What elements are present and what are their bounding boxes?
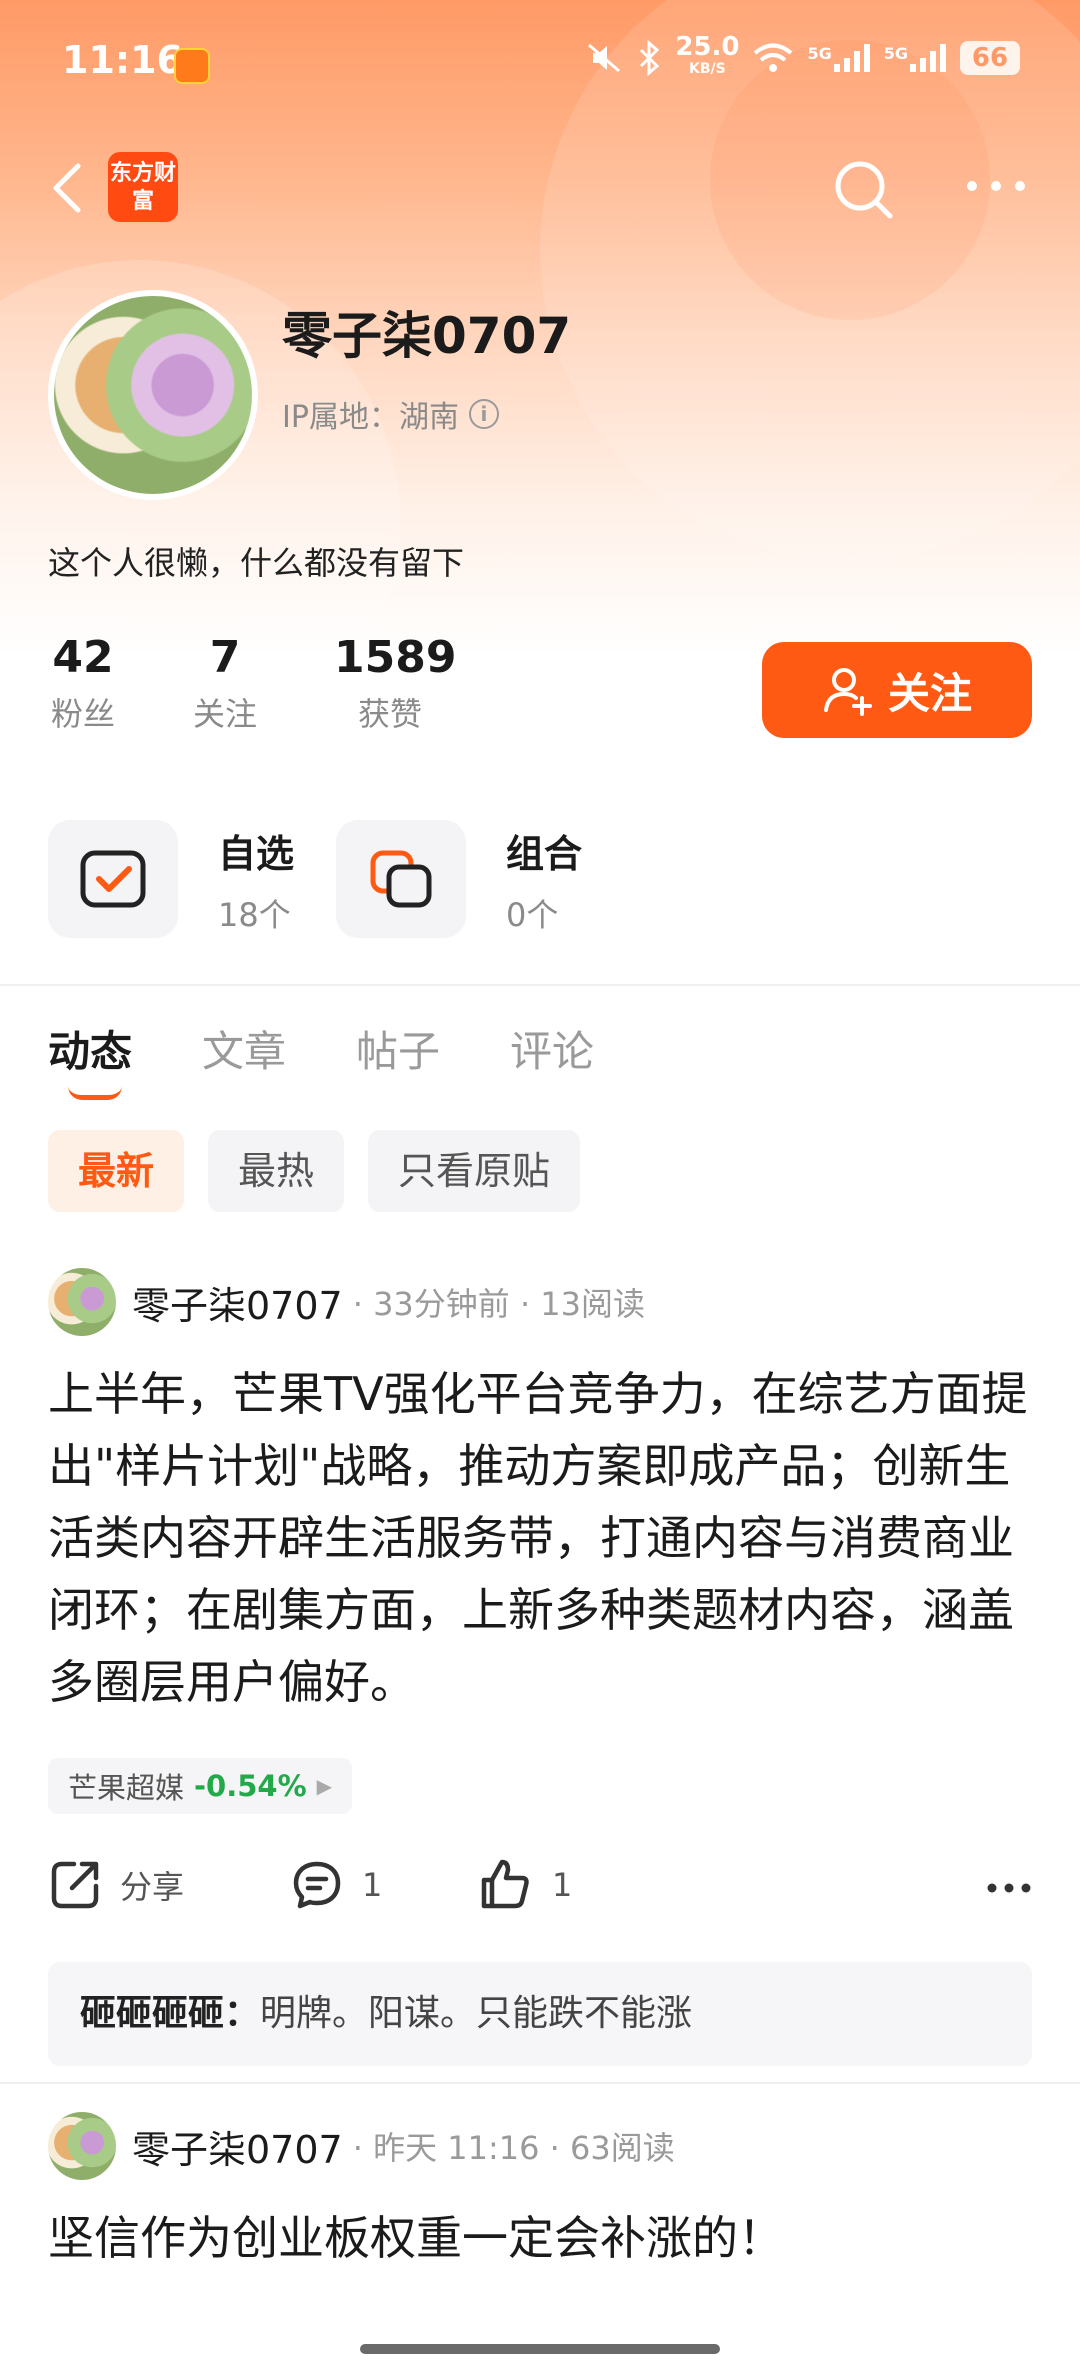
comment-author: 砸砸砸砸：: [80, 1993, 261, 2034]
filter-original-only[interactable]: 只看原贴: [368, 1130, 581, 1212]
wifi-icon: [754, 43, 793, 72]
thumbs-up-icon: [481, 1859, 529, 1909]
post-actions: 分享 1 1: [48, 1858, 1032, 1928]
status-time: 11:16: [62, 38, 183, 82]
status-icons: 25.0 KB/S 5G 5G 66: [585, 32, 1020, 80]
home-indicator[interactable]: [360, 2344, 720, 2354]
feed-post[interactable]: 零子柒0707 · 33分钟前 · 13阅读 上半年，芒果TV强化平台竞争力，在…: [0, 1268, 1080, 2066]
stat-following-label: 关注: [192, 695, 257, 733]
post-body[interactable]: 坚信作为创业板权重一定会补涨的！: [48, 2202, 1038, 2274]
network-speed-unit: KB/S: [689, 61, 726, 77]
app-notification-icon: [174, 48, 210, 84]
tab-comments[interactable]: 评论: [510, 1018, 594, 1079]
signal-5g-1: 5G: [807, 44, 870, 72]
signal-5g-2: 5G: [884, 44, 946, 72]
tab-articles[interactable]: 文章: [202, 1018, 286, 1079]
active-tab-indicator: [68, 1086, 122, 1100]
feed-post[interactable]: 零子柒0707 · 昨天 11:16 · 63阅读 坚信作为创业板权重一定会补涨…: [0, 2112, 1080, 2332]
stock-name: 芒果超媒: [68, 1771, 185, 1805]
author-avatar[interactable]: [48, 1268, 116, 1336]
watchlist-title: 自选: [218, 831, 295, 876]
top-navigation: 东方财富: [0, 140, 1080, 230]
profile-bio: 这个人很懒，什么都没有留下: [48, 544, 465, 582]
stat-fans-label: 粉丝: [50, 695, 115, 733]
like-count: 1: [552, 1866, 573, 1904]
comment-count: 1: [362, 1866, 383, 1904]
more-options-icon[interactable]: [964, 174, 1028, 198]
top-comment[interactable]: 砸砸砸砸：明牌。阳谋。只能跌不能涨: [48, 1962, 1032, 2066]
stock-change: -0.54%: [194, 1769, 307, 1803]
checkbox-check-icon: [80, 850, 146, 908]
stat-likes-label: 获赞: [357, 695, 422, 733]
stat-following-value: 7: [209, 632, 241, 683]
signal-bars-icon: [833, 44, 870, 72]
mute-icon: [588, 43, 621, 73]
author-avatar[interactable]: [48, 2112, 116, 2180]
back-icon[interactable]: [44, 158, 94, 218]
brand-logo: 东方财富: [108, 152, 178, 222]
watchlist-count: 18个: [218, 895, 291, 934]
share-icon: [51, 1861, 99, 1909]
signal-label: 5G: [883, 44, 908, 63]
post-header: 零子柒0707 · 33分钟前 · 13阅读: [48, 1268, 645, 1336]
stat-likes-value: 1589: [334, 632, 457, 683]
post-body[interactable]: 上半年，芒果TV强化平台竞争力，在综艺方面提出"样片计划"战略，推动方案即成产品…: [48, 1358, 1038, 1718]
follow-button-label: 关注: [887, 668, 972, 718]
profile-avatar[interactable]: [48, 290, 258, 500]
post-header: 零子柒0707 · 昨天 11:16 · 63阅读: [48, 2112, 675, 2180]
post-author[interactable]: 零子柒0707: [132, 2119, 343, 2174]
ip-location-text: IP属地：湖南: [282, 400, 459, 435]
triangle-right-icon: ▶: [316, 1774, 333, 1798]
status-bar: 11:16 25.0 KB/S 5G 5G 66: [0, 28, 1080, 100]
filter-latest[interactable]: 最新: [48, 1130, 185, 1212]
stat-fans-value: 42: [52, 632, 114, 683]
bluetooth-icon: [640, 40, 660, 76]
profile-username: 零子柒0707: [282, 307, 572, 365]
comment-text: 明牌。阳谋。只能跌不能涨: [260, 1993, 693, 2034]
content-tabs: 动态 文章 帖子 评论: [48, 1018, 594, 1079]
stock-tag[interactable]: 芒果超媒 -0.54% ▶: [48, 1758, 353, 1814]
comment-icon: [293, 1861, 341, 1909]
info-icon[interactable]: i: [468, 399, 499, 429]
network-speed: 25.0 KB/S: [675, 32, 740, 80]
post-divider: [0, 2082, 1080, 2084]
filter-chips: 最新 最热 只看原贴: [48, 1130, 581, 1212]
like-button[interactable]: 1: [478, 1858, 572, 1912]
divider: [0, 984, 1080, 986]
portfolio-entry[interactable]: 组合 0个: [336, 820, 582, 938]
battery-indicator: 66: [960, 41, 1020, 75]
post-author[interactable]: 零子柒0707: [132, 1275, 343, 1330]
watchlist-entry[interactable]: 自选 18个: [48, 820, 294, 938]
post-more-icon[interactable]: [986, 1882, 1032, 1894]
filter-hottest[interactable]: 最热: [208, 1130, 345, 1212]
stat-fans[interactable]: 42 粉丝: [48, 632, 118, 735]
watchlist-icon-box: [48, 820, 178, 938]
tab-posts[interactable]: 帖子: [356, 1018, 440, 1079]
profile-content-card: 自选 18个 组合 0个 动态 文章 帖子 评论 最新 最热 只看原贴 零子柒0…: [0, 790, 1080, 2376]
stat-likes[interactable]: 1589 获赞: [334, 632, 457, 735]
share-button[interactable]: 分享: [48, 1858, 184, 1912]
portfolio-count: 0个: [506, 895, 559, 934]
signal-label: 5G: [807, 44, 832, 63]
portfolio-icon-box: [336, 820, 466, 938]
signal-bars-icon: [910, 44, 946, 72]
portfolio-title: 组合: [506, 831, 583, 876]
search-icon[interactable]: [828, 154, 900, 226]
share-label: 分享: [120, 1868, 185, 1906]
comment-button[interactable]: 1: [290, 1858, 382, 1912]
network-speed-value: 25.0: [675, 32, 740, 62]
tab-activity[interactable]: 动态: [48, 1018, 132, 1079]
post-meta: · 昨天 11:16 · 63阅读: [352, 2129, 675, 2167]
post-meta: · 33分钟前 · 13阅读: [352, 1285, 646, 1323]
add-user-icon: [823, 668, 872, 716]
portfolio-icon: [370, 850, 432, 908]
stat-following[interactable]: 7 关注: [190, 632, 260, 735]
follow-button[interactable]: 关注: [762, 642, 1032, 738]
ip-location: IP属地：湖南 i: [282, 392, 499, 436]
